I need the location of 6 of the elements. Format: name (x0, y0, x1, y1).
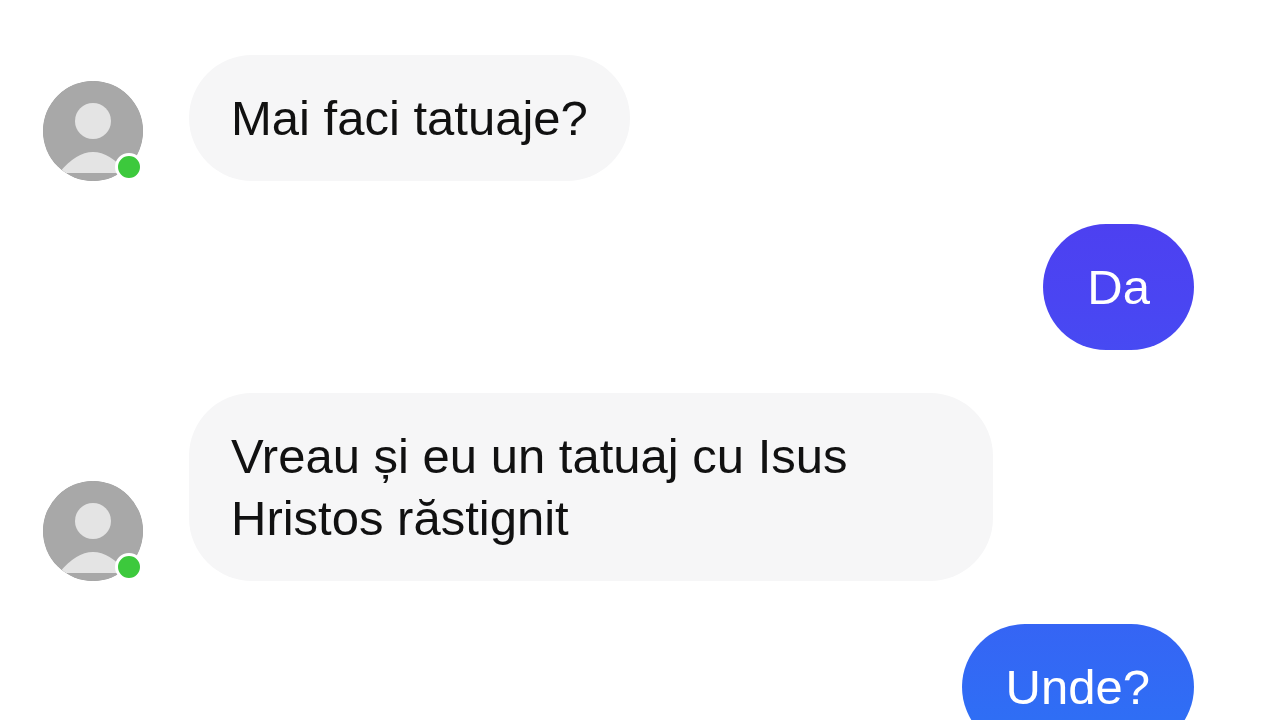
message-bubble: Vreau și eu un tatuaj cu Isus Hristos răstignit (189, 393, 993, 581)
message-bubble: Da (1043, 224, 1194, 350)
avatar-icon[interactable] (43, 81, 143, 181)
avatar-icon[interactable] (43, 481, 143, 581)
message-bubble: Unde? (961, 624, 1194, 720)
message-bubble: Mai faci tatuaje? (189, 55, 630, 181)
